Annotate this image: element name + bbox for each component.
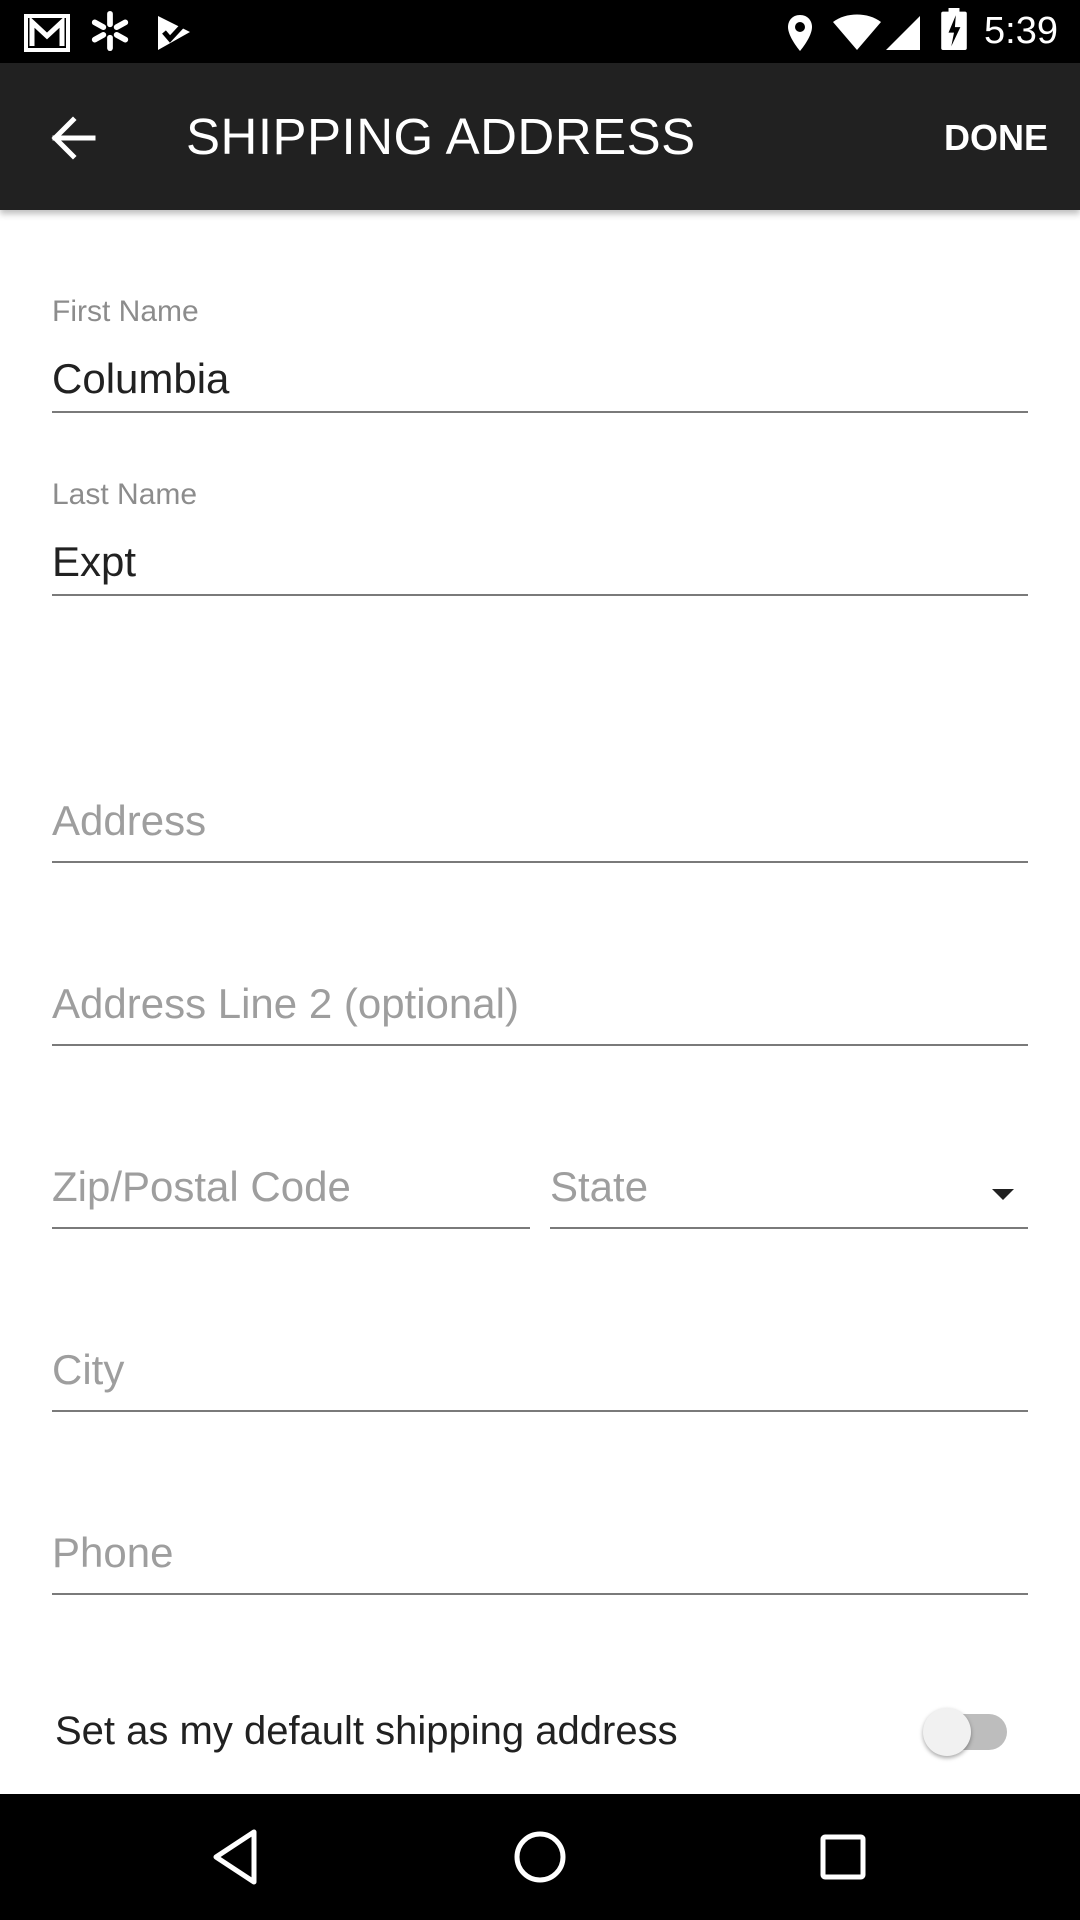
- phone-placeholder: Phone: [52, 1529, 174, 1576]
- address-line2-placeholder: Address Line 2 (optional): [52, 980, 519, 1027]
- phone-underline: [52, 1593, 1028, 1595]
- status-bar: 5:39: [0, 0, 1080, 63]
- default-address-row: Set as my default shipping address: [55, 1700, 1025, 1764]
- signal-icon: [886, 16, 920, 50]
- gmail-icon: [24, 14, 70, 52]
- first-name-field[interactable]: First Name Columbia: [52, 290, 1028, 414]
- toggle-thumb: [923, 1708, 971, 1756]
- done-button[interactable]: DONE: [944, 113, 1048, 163]
- default-address-label: Set as my default shipping address: [55, 1709, 678, 1753]
- last-name-underline: [52, 594, 1028, 596]
- walmart-spark-icon: [91, 10, 129, 52]
- address-field[interactable]: Address: [52, 796, 1028, 864]
- address-underline: [52, 861, 1028, 863]
- location-icon: [788, 15, 812, 51]
- address-placeholder: Address: [52, 797, 207, 844]
- chevron-down-icon: [992, 1189, 1014, 1200]
- home-circle-icon[interactable]: [505, 1822, 575, 1892]
- zip-field[interactable]: Zip/Postal Code: [52, 1162, 530, 1230]
- zip-placeholder: Zip/Postal Code: [52, 1163, 351, 1210]
- app-bar: SHIPPING ADDRESS DONE: [0, 63, 1080, 210]
- last-name-value[interactable]: Expt: [52, 537, 136, 587]
- default-address-toggle[interactable]: [923, 1708, 1007, 1756]
- city-underline: [52, 1410, 1028, 1412]
- check-flag-icon: [158, 16, 190, 50]
- first-name-underline: [52, 411, 1028, 413]
- first-name-label: First Name: [52, 295, 199, 328]
- state-placeholder: State: [550, 1163, 649, 1210]
- address-line2-field[interactable]: Address Line 2 (optional): [52, 979, 1028, 1047]
- city-placeholder: City: [52, 1346, 125, 1393]
- navigation-bar: [0, 1794, 1080, 1920]
- first-name-value[interactable]: Columbia: [52, 354, 229, 404]
- arrow-back-icon: [51, 116, 96, 160]
- page-title: SHIPPING ADDRESS: [186, 108, 696, 165]
- battery-charging-icon: [941, 8, 967, 50]
- state-underline: [550, 1227, 1028, 1229]
- last-name-label: Last Name: [52, 478, 198, 511]
- back-button[interactable]: [38, 103, 108, 173]
- city-field[interactable]: City: [52, 1345, 1028, 1413]
- zip-underline: [52, 1227, 530, 1229]
- address-line2-underline: [52, 1044, 1028, 1046]
- last-name-field[interactable]: Last Name Expt: [52, 473, 1028, 597]
- state-select[interactable]: State: [550, 1162, 1028, 1230]
- wifi-icon: [833, 14, 881, 50]
- back-triangle-icon[interactable]: [202, 1822, 272, 1892]
- status-time: 5:39: [984, 10, 1058, 52]
- phone-field[interactable]: Phone: [52, 1528, 1028, 1596]
- recents-square-icon[interactable]: [808, 1822, 878, 1892]
